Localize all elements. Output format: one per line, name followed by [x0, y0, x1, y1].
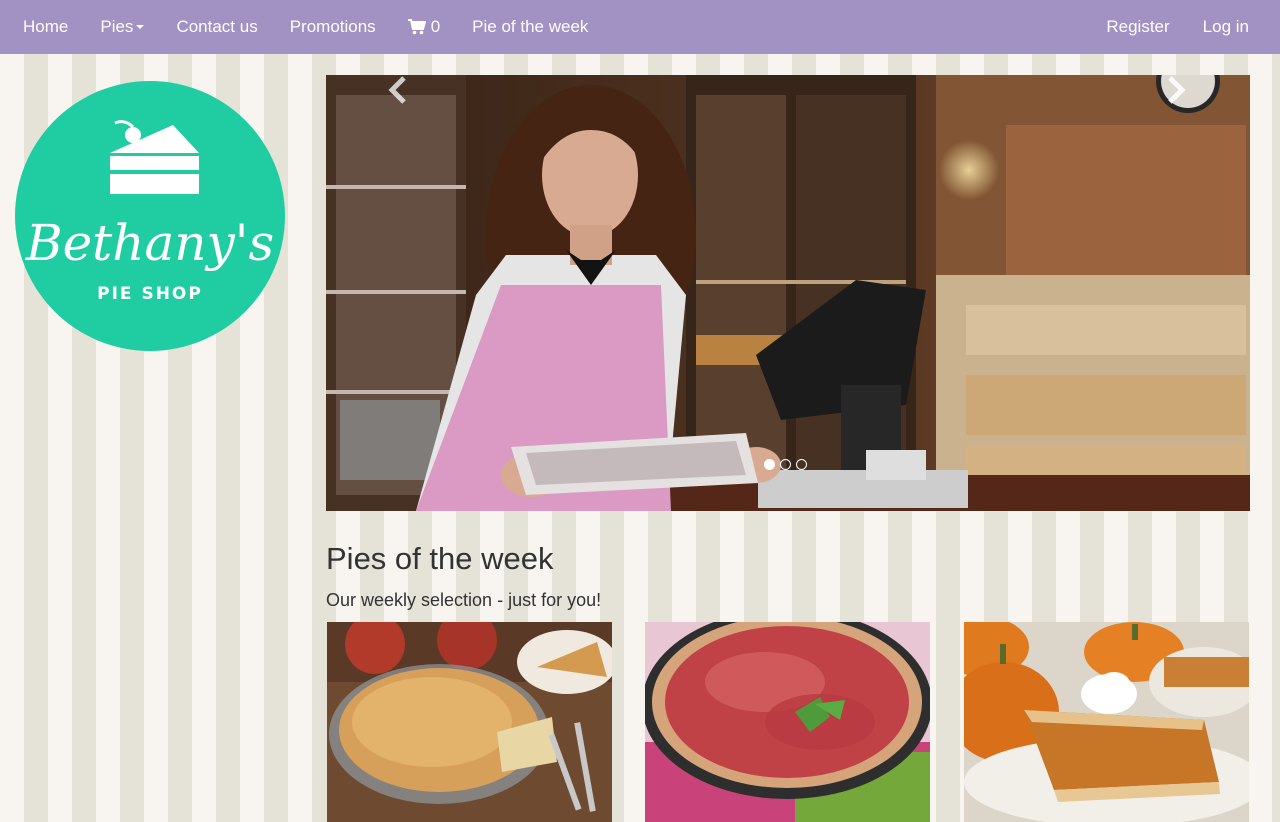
hero-carousel[interactable] — [326, 75, 1250, 511]
carousel-indicator-1[interactable] — [764, 459, 775, 470]
section-subtitle: Our weekly selection - just for you! — [326, 590, 602, 610]
nav-login-label: Log in — [1202, 17, 1249, 36]
shop-logo[interactable]: Bethany's PIE SHOP — [15, 81, 285, 351]
nav-login-link[interactable]: Log in — [1203, 17, 1249, 37]
nav-left-group: Home Pies Contact us Promotions 0 Pie of… — [23, 0, 620, 54]
apple-pie-image — [327, 622, 612, 822]
nav-pie-of-week-label: Pie of the week — [472, 17, 589, 36]
nav-promotions-link[interactable]: Promotions — [290, 17, 376, 37]
section-title: Pies of the week — [326, 541, 554, 576]
nav-register-link[interactable]: Register — [1106, 17, 1169, 37]
bakery-photo — [326, 75, 1250, 511]
nav-pies-dropdown[interactable]: Pies — [100, 17, 145, 37]
carousel-indicator-3[interactable] — [796, 459, 807, 470]
pumpkin-pie-image — [964, 622, 1249, 822]
logo-subtitle: PIE SHOP — [97, 284, 203, 304]
nav-pies-label: Pies — [100, 17, 134, 36]
chevron-left-icon[interactable] — [386, 75, 410, 105]
nav-home-label: Home — [23, 17, 69, 36]
pie-card-apple[interactable] — [327, 622, 612, 822]
top-navbar: Home Pies Contact us Promotions 0 Pie of… — [0, 0, 1280, 54]
pie-card-pumpkin[interactable] — [964, 622, 1249, 822]
logo-name: Bethany's — [25, 214, 275, 272]
nav-register-label: Register — [1106, 17, 1170, 36]
nav-home-link[interactable]: Home — [23, 17, 68, 37]
carousel-indicators — [764, 459, 812, 470]
pie-card-rhubarb[interactable] — [645, 622, 930, 822]
carousel-indicator-2[interactable] — [780, 459, 791, 470]
nav-right-group: Register Log in — [1073, 0, 1249, 54]
rhubarb-pie-image — [645, 622, 930, 822]
nav-pie-of-week-link[interactable]: Pie of the week — [472, 17, 588, 37]
nav-contact-label: Contact us — [176, 17, 258, 36]
cart-icon — [407, 19, 426, 35]
nav-promotions-label: Promotions — [289, 17, 376, 36]
nav-cart-link[interactable]: 0 — [407, 17, 441, 37]
nav-contact-link[interactable]: Contact us — [176, 17, 257, 37]
cart-count: 0 — [430, 17, 441, 36]
caret-down-icon — [136, 25, 145, 29]
chevron-right-icon[interactable] — [1164, 75, 1188, 105]
